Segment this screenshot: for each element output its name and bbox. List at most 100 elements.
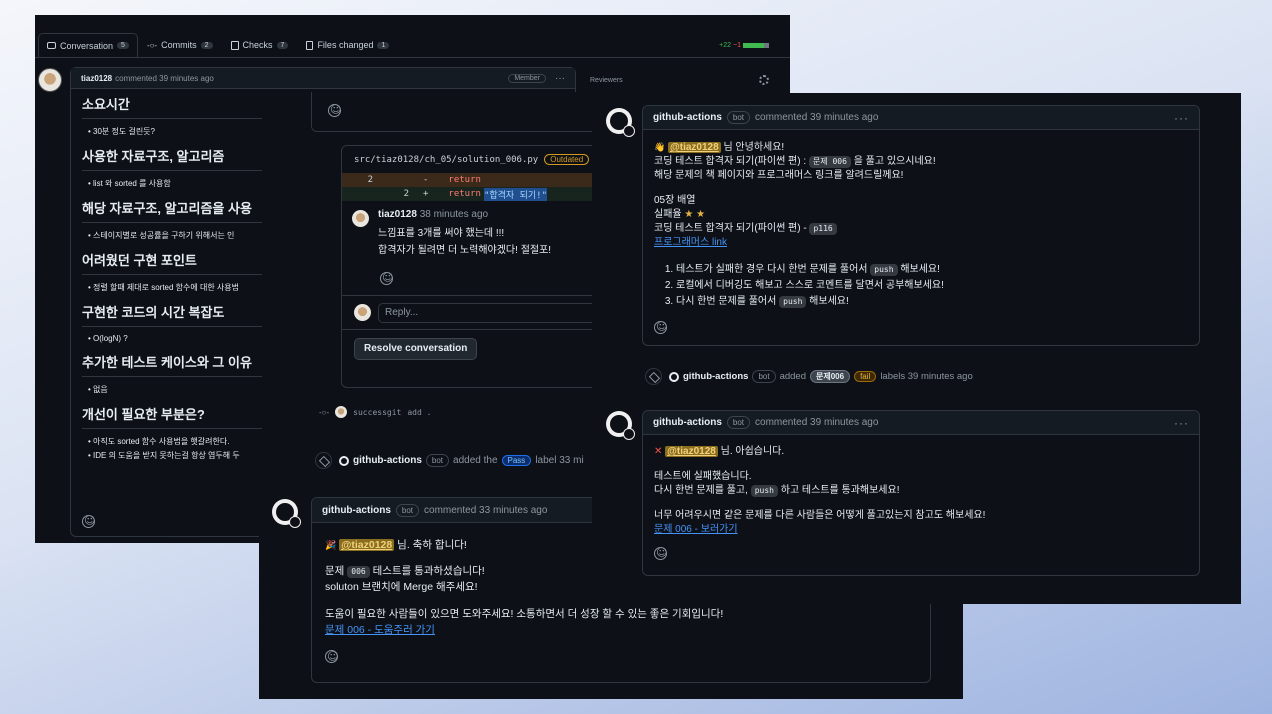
- commit-icon: -○-: [319, 407, 330, 417]
- list-item: • O(logN) ?: [88, 334, 128, 343]
- label-problem[interactable]: 문제006: [810, 370, 851, 383]
- reaction-smiley-icon[interactable]: [654, 320, 667, 334]
- bot-badge: bot: [726, 111, 751, 124]
- help-link[interactable]: 문제 006 - 도움주러 가기: [325, 624, 435, 636]
- cross-mark-icon: ✕: [654, 446, 663, 457]
- comment-body: ✕ @tiaz0128 님. 아쉽습니다. 테스트에 실패했습니다. 다시 한번…: [643, 435, 1199, 565]
- avatar[interactable]: [38, 68, 62, 92]
- wave-emoji-icon: 👋: [654, 142, 666, 152]
- commit-author[interactable]: successgit: [353, 408, 401, 417]
- list-item-text: 없음: [93, 385, 108, 394]
- checklist-icon: [230, 40, 239, 50]
- reaction-smiley-icon[interactable]: [325, 649, 338, 665]
- github-mark-icon: [669, 371, 679, 382]
- list-item-text: IDE 의 도움을 받지 못하는걸 항상 염두해 두: [93, 451, 240, 460]
- list-item: • 30분 정도 걸린듯?: [88, 127, 155, 136]
- list-item-text: 30분 정도 걸린듯?: [93, 127, 155, 136]
- tab-count: 1: [377, 41, 390, 49]
- gear-icon[interactable]: [759, 75, 769, 85]
- list-item: • 정렬 할때 제대로 sorted 함수에 대한 사용법: [88, 283, 240, 292]
- comment-card: github-actions bot commented 39 minutes …: [642, 105, 1200, 346]
- steps-list: 테스트가 실패한 경우 다시 한번 문제를 풀어서 push 해보세요! 로컬에…: [676, 262, 1189, 310]
- commit-event: -○- successgit add .: [319, 406, 431, 418]
- kebab-menu-icon[interactable]: ···: [555, 73, 565, 84]
- tab-checks[interactable]: Checks 7: [222, 33, 298, 57]
- kebab-menu-icon[interactable]: ···: [1174, 416, 1189, 430]
- reaction-smiley-icon[interactable]: [328, 103, 341, 117]
- view-link[interactable]: 문제 006 - 보러가기: [654, 524, 738, 535]
- comment-author[interactable]: github-actions: [322, 505, 391, 516]
- github-actions-avatar[interactable]: [272, 499, 301, 528]
- star-icon: ★ ★: [684, 209, 706, 220]
- event-actor[interactable]: github-actions: [683, 371, 748, 382]
- tab-conversation[interactable]: Conversation 5: [38, 33, 138, 57]
- commit-message[interactable]: add .: [407, 408, 431, 417]
- event-actor[interactable]: github-actions: [353, 455, 422, 466]
- list-item-text: 아직도 sorted 함수 사용법을 햇갈려한다.: [93, 437, 230, 446]
- tab-count: 5: [117, 42, 129, 49]
- pr-tabs: Conversation 5 -○- Commits 2 Checks 7 Fi…: [35, 33, 790, 58]
- tab-label: Checks: [242, 40, 273, 50]
- text: 05장 배열: [654, 195, 696, 206]
- avatar[interactable]: [352, 210, 369, 227]
- github-actions-avatar[interactable]: [606, 108, 635, 137]
- tab-files-changed[interactable]: Files changed 1: [297, 33, 398, 57]
- comment-author[interactable]: github-actions: [653, 112, 722, 123]
- kebab-menu-icon[interactable]: ···: [1174, 111, 1189, 125]
- diff-line-deleted: 2 - return: [342, 173, 592, 187]
- review-line: 합격자가 될려면 더 노력해야겠다! 절절포!: [378, 245, 552, 256]
- section-heading: 구현한 코드의 시간 복잡도: [82, 302, 262, 327]
- file-diff-icon: [306, 40, 314, 50]
- tab-label: Commits: [161, 40, 197, 50]
- text: 도움이 필요한 사람들이 있으면 도와주세요! 소통하면서 더 성장 할 수 있…: [325, 608, 724, 620]
- comment-author[interactable]: tiaz0128: [81, 74, 112, 83]
- reaction-smiley-icon[interactable]: [654, 546, 667, 560]
- resolve-conversation-button[interactable]: Resolve conversation: [354, 338, 478, 360]
- code-chip: push: [779, 296, 807, 308]
- text: 실패율: [654, 209, 682, 220]
- list-item: 테스트가 실패한 경우 다시 한번 문제를 풀어서 push 해보세요!: [676, 262, 1189, 278]
- greeting-text: 님. 축하 합니다!: [397, 539, 467, 551]
- comment-time: commented 39 minutes ago: [115, 73, 214, 83]
- mention[interactable]: @tiaz0128: [668, 142, 721, 153]
- tag-icon: [315, 452, 332, 469]
- text: 테스트를 통과하셨습니다!: [372, 565, 485, 577]
- file-path[interactable]: src/tiaz0128/ch_05/solution_006.py: [354, 155, 538, 165]
- comment-body: 👋 @tiaz0128 님 안녕하세요! 코딩 테스트 합격자 되기(파이썬 편…: [643, 130, 1199, 339]
- text: 코딩 테스트 합격자 되기(파이썬 편) -: [654, 223, 807, 234]
- bot-badge: bot: [395, 503, 420, 517]
- line-number: 2: [367, 175, 373, 185]
- outdated-badge: Outdated: [544, 154, 590, 165]
- tab-commits[interactable]: -○- Commits 2: [138, 33, 222, 57]
- code-chip: push: [750, 485, 778, 497]
- diff-sign: -: [423, 175, 429, 185]
- section-heading: 어려웠던 구현 포인트: [82, 250, 262, 275]
- label-pass[interactable]: Pass: [501, 455, 532, 466]
- mention[interactable]: @tiaz0128: [665, 446, 718, 457]
- comment-header: github-actions bot commented 39 minutes …: [643, 106, 1199, 130]
- reaction-smiley-icon[interactable]: [82, 514, 95, 528]
- comment-author[interactable]: github-actions: [653, 417, 722, 428]
- review-author[interactable]: tiaz0128: [378, 209, 417, 220]
- comment-header: tiaz0128 commented 39 minutes ago Member…: [71, 68, 575, 89]
- section-heading: 추가한 테스트 케이스와 그 이유: [82, 352, 262, 377]
- programmers-link[interactable]: 프로그래머스 link: [654, 237, 727, 248]
- label-fail[interactable]: fail: [854, 371, 877, 382]
- text: 너무 어려우시면 같은 문제를 다른 사람들은 어떻게 풀고있는지 참고도 해보…: [654, 510, 986, 521]
- party-emoji-icon: 🎉: [325, 540, 337, 550]
- diffstat-deletions: −1: [733, 41, 741, 49]
- github-actions-avatar[interactable]: [606, 411, 635, 440]
- resolve-row: Resolve conversation: [342, 329, 592, 369]
- review-file-box: src/tiaz0128/ch_05/solution_006.py Outda…: [341, 145, 592, 388]
- tag-icon: [645, 368, 662, 385]
- mention[interactable]: @tiaz0128: [339, 539, 395, 551]
- reply-input[interactable]: Reply...: [378, 303, 592, 323]
- diffstat: +22 −1: [719, 33, 769, 57]
- event-after: labels 39 minutes ago: [880, 371, 973, 382]
- code-chip: push: [870, 264, 898, 276]
- commit-icon: -○-: [146, 40, 158, 50]
- event-text: added: [779, 371, 806, 382]
- label-event: github-actions bot added 문제006 fail labe…: [645, 368, 973, 385]
- reaction-smiley-icon[interactable]: [380, 271, 393, 285]
- avatar: [335, 406, 348, 418]
